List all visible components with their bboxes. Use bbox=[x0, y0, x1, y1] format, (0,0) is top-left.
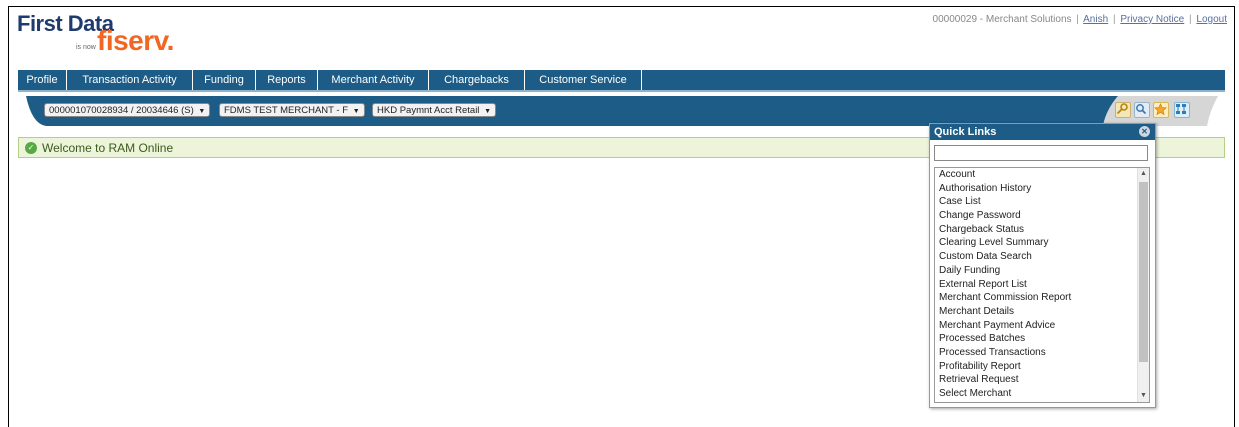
chevron-down-icon: ▼ bbox=[484, 108, 491, 115]
logout-link[interactable]: Logout bbox=[1196, 14, 1227, 25]
tab-transaction-activity[interactable]: Transaction Activity bbox=[67, 70, 193, 90]
magnifier-icon[interactable] bbox=[1134, 102, 1150, 118]
account-type-select-value: HKD Paymnt Acct Retail bbox=[377, 105, 480, 116]
chevron-down-icon: ▼ bbox=[198, 108, 206, 115]
quick-link-item[interactable]: Authorisation History bbox=[935, 182, 1149, 196]
quick-links-title: Quick Links bbox=[934, 126, 997, 138]
tab-chargebacks[interactable]: Chargebacks bbox=[429, 70, 525, 90]
brand-logo: First Data is now fiserv. bbox=[17, 11, 217, 63]
separator: | bbox=[1076, 14, 1079, 25]
quick-link-item[interactable]: Clearing Level Summary bbox=[935, 236, 1149, 250]
tab-customer-service[interactable]: Customer Service bbox=[525, 70, 642, 90]
main-nav: Profile Transaction Activity Funding Rep… bbox=[18, 70, 1225, 92]
tab-merchant-activity[interactable]: Merchant Activity bbox=[318, 70, 429, 90]
merchant-select-value: FDMS TEST MERCHANT - F bbox=[224, 105, 349, 116]
sitemap-icon[interactable] bbox=[1174, 102, 1190, 118]
quick-links-header: Quick Links ✕ bbox=[930, 124, 1155, 140]
quick-link-item[interactable]: Merchant Commission Report bbox=[935, 291, 1149, 305]
logo-fiserv: fiserv. bbox=[97, 25, 174, 56]
separator: | bbox=[1112, 14, 1116, 25]
quick-links-items: Account Authorisation History Case List Cha… bbox=[935, 168, 1149, 401]
account-select[interactable]: 000001070028934 / 20034646 (S) ▼ bbox=[44, 103, 211, 117]
quick-links-panel: Quick Links ✕ Account Authorisation Histo… bbox=[929, 123, 1156, 408]
header-links: 00000029 - Merchant Solutions | Anish | … bbox=[933, 14, 1227, 25]
quick-link-item[interactable]: External Report List bbox=[935, 278, 1149, 292]
merchant-select[interactable]: FDMS TEST MERCHANT - F ▼ bbox=[219, 103, 365, 117]
tab-profile[interactable]: Profile bbox=[18, 70, 67, 90]
quick-links-search-input[interactable] bbox=[934, 145, 1148, 161]
quick-link-item[interactable]: Daily Funding bbox=[935, 264, 1149, 278]
user-link[interactable]: Anish bbox=[1083, 14, 1108, 25]
account-select-value: 000001070028934 / 20034646 (S) bbox=[49, 105, 194, 116]
quick-link-item[interactable]: Select Merchant bbox=[935, 387, 1149, 401]
quick-link-item[interactable]: Retrieval Request bbox=[935, 373, 1149, 387]
star-icon[interactable] bbox=[1153, 102, 1169, 118]
scroll-up-icon[interactable]: ▲ bbox=[1138, 168, 1149, 180]
account-type-select[interactable]: HKD Paymnt Acct Retail ▼ bbox=[372, 103, 496, 117]
tab-reports[interactable]: Reports bbox=[256, 70, 318, 90]
quick-link-item[interactable]: Case List bbox=[935, 195, 1149, 209]
logo-is-now: is now bbox=[76, 44, 96, 51]
close-icon[interactable]: ✕ bbox=[1139, 126, 1150, 137]
separator: | bbox=[1189, 14, 1192, 25]
account-info: 00000029 - Merchant Solutions bbox=[932, 14, 1072, 25]
quick-link-item[interactable]: Merchant Payment Advice bbox=[935, 319, 1149, 333]
scroll-down-icon[interactable]: ▼ bbox=[1138, 390, 1149, 402]
quick-link-item[interactable]: Account bbox=[935, 168, 1149, 182]
scrollbar-thumb[interactable] bbox=[1139, 182, 1148, 362]
privacy-notice-link[interactable]: Privacy Notice bbox=[1120, 14, 1184, 25]
check-circle-icon: ✓ bbox=[25, 142, 37, 154]
quick-link-item[interactable]: Custom Data Search bbox=[935, 250, 1149, 264]
tab-funding[interactable]: Funding bbox=[193, 70, 256, 90]
key-search-icon[interactable] bbox=[1115, 102, 1131, 118]
chevron-down-icon: ▼ bbox=[352, 108, 360, 115]
quick-link-item[interactable]: Profitability Report bbox=[935, 360, 1149, 374]
quick-link-item[interactable]: Chargeback Status bbox=[935, 223, 1149, 237]
welcome-message: Welcome to RAM Online bbox=[42, 141, 174, 155]
scrollbar[interactable]: ▲ ▼ bbox=[1137, 168, 1149, 402]
quick-link-item[interactable]: Merchant Details bbox=[935, 305, 1149, 319]
quick-link-item[interactable]: Processed Batches bbox=[935, 332, 1149, 346]
quick-link-item[interactable]: Processed Transactions bbox=[935, 346, 1149, 360]
quick-link-item[interactable]: Change Password bbox=[935, 209, 1149, 223]
quick-links-list[interactable]: Account Authorisation History Case List Cha… bbox=[934, 167, 1150, 403]
